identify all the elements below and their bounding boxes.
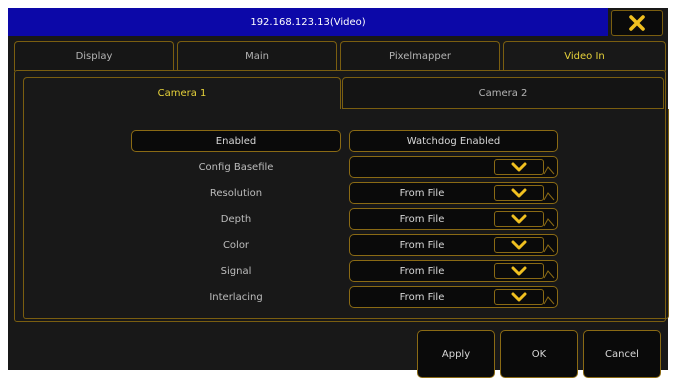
chevron-down-icon — [511, 266, 527, 276]
subtab-camera-2[interactable]: Camera 2 — [342, 77, 664, 109]
tab-display[interactable]: Display — [14, 41, 174, 71]
setting-label-color: Color — [222, 240, 250, 251]
action-bar: Apply OK Cancel — [8, 324, 668, 378]
tab-label: Pixelmapper — [389, 51, 451, 62]
chevron-down-icon — [511, 214, 527, 224]
ok-label: OK — [531, 348, 547, 360]
title-bar: 192.168.123.13(Video) — [8, 8, 608, 36]
select-value: From File — [399, 239, 445, 251]
signal-select[interactable]: From File — [349, 260, 558, 282]
watchdog-enabled-button[interactable]: Watchdog Enabled — [349, 130, 558, 152]
camera-settings-panel — [23, 109, 669, 319]
resize-corner-icon — [543, 270, 555, 279]
cancel-label: Cancel — [605, 348, 639, 360]
window-title: 192.168.123.13(Video) — [250, 16, 366, 28]
video-in-panel: Camera 1 Camera 2 Enabled Watchdog Enabl… — [14, 70, 669, 322]
watchdog-label: Watchdog Enabled — [406, 135, 501, 147]
dropdown-button[interactable] — [494, 185, 544, 201]
select-value: From File — [399, 265, 445, 277]
tab-pixelmapper[interactable]: Pixelmapper — [340, 41, 500, 71]
color-select[interactable]: From File — [349, 234, 558, 256]
depth-select[interactable]: From File — [349, 208, 558, 230]
subtab-camera-1[interactable]: Camera 1 — [23, 77, 341, 109]
tab-main[interactable]: Main — [177, 41, 337, 71]
dropdown-button[interactable] — [494, 263, 544, 279]
tab-video-in[interactable]: Video In — [503, 41, 666, 71]
setting-label-interlacing: Interlacing — [209, 292, 263, 303]
main-tabs: Display Main Pixelmapper Video In — [14, 41, 666, 71]
subtab-label: Camera 1 — [157, 88, 207, 99]
resize-corner-icon — [543, 218, 555, 227]
dropdown-button[interactable] — [494, 211, 544, 227]
enabled-label: Enabled — [215, 135, 257, 147]
resolution-select[interactable]: From File — [349, 182, 558, 204]
tab-label: Display — [75, 51, 113, 62]
dropdown-button[interactable] — [494, 289, 544, 305]
setting-label-depth: Depth — [220, 214, 252, 225]
resize-corner-icon — [543, 244, 555, 253]
apply-label: Apply — [441, 348, 471, 360]
tab-label: Main — [245, 51, 269, 62]
setting-label-signal: Signal — [220, 266, 252, 277]
select-value: From File — [399, 187, 445, 199]
chevron-down-icon — [511, 188, 527, 198]
chevron-down-icon — [511, 162, 527, 172]
enabled-button[interactable]: Enabled — [131, 130, 341, 152]
resize-corner-icon — [543, 192, 555, 201]
chevron-down-icon — [511, 292, 527, 302]
select-value: From File — [399, 291, 445, 303]
dropdown-button[interactable] — [494, 159, 544, 175]
resize-corner-icon — [543, 296, 555, 305]
config-basefile-select[interactable] — [349, 156, 558, 178]
setting-label-config-basefile: Config Basefile — [198, 162, 274, 173]
subtab-label: Camera 2 — [478, 87, 528, 99]
select-value — [350, 157, 494, 177]
close-icon — [629, 15, 645, 31]
interlacing-select[interactable]: From File — [349, 286, 558, 308]
resize-corner-icon — [543, 166, 555, 175]
close-button[interactable] — [611, 10, 663, 36]
tab-label: Video In — [564, 51, 605, 62]
chevron-down-icon — [511, 240, 527, 250]
setting-label-resolution: Resolution — [209, 188, 263, 199]
dialog-window: 192.168.123.13(Video) Display Main Pixel… — [8, 8, 669, 378]
select-value: From File — [399, 213, 445, 225]
dropdown-button[interactable] — [494, 237, 544, 253]
